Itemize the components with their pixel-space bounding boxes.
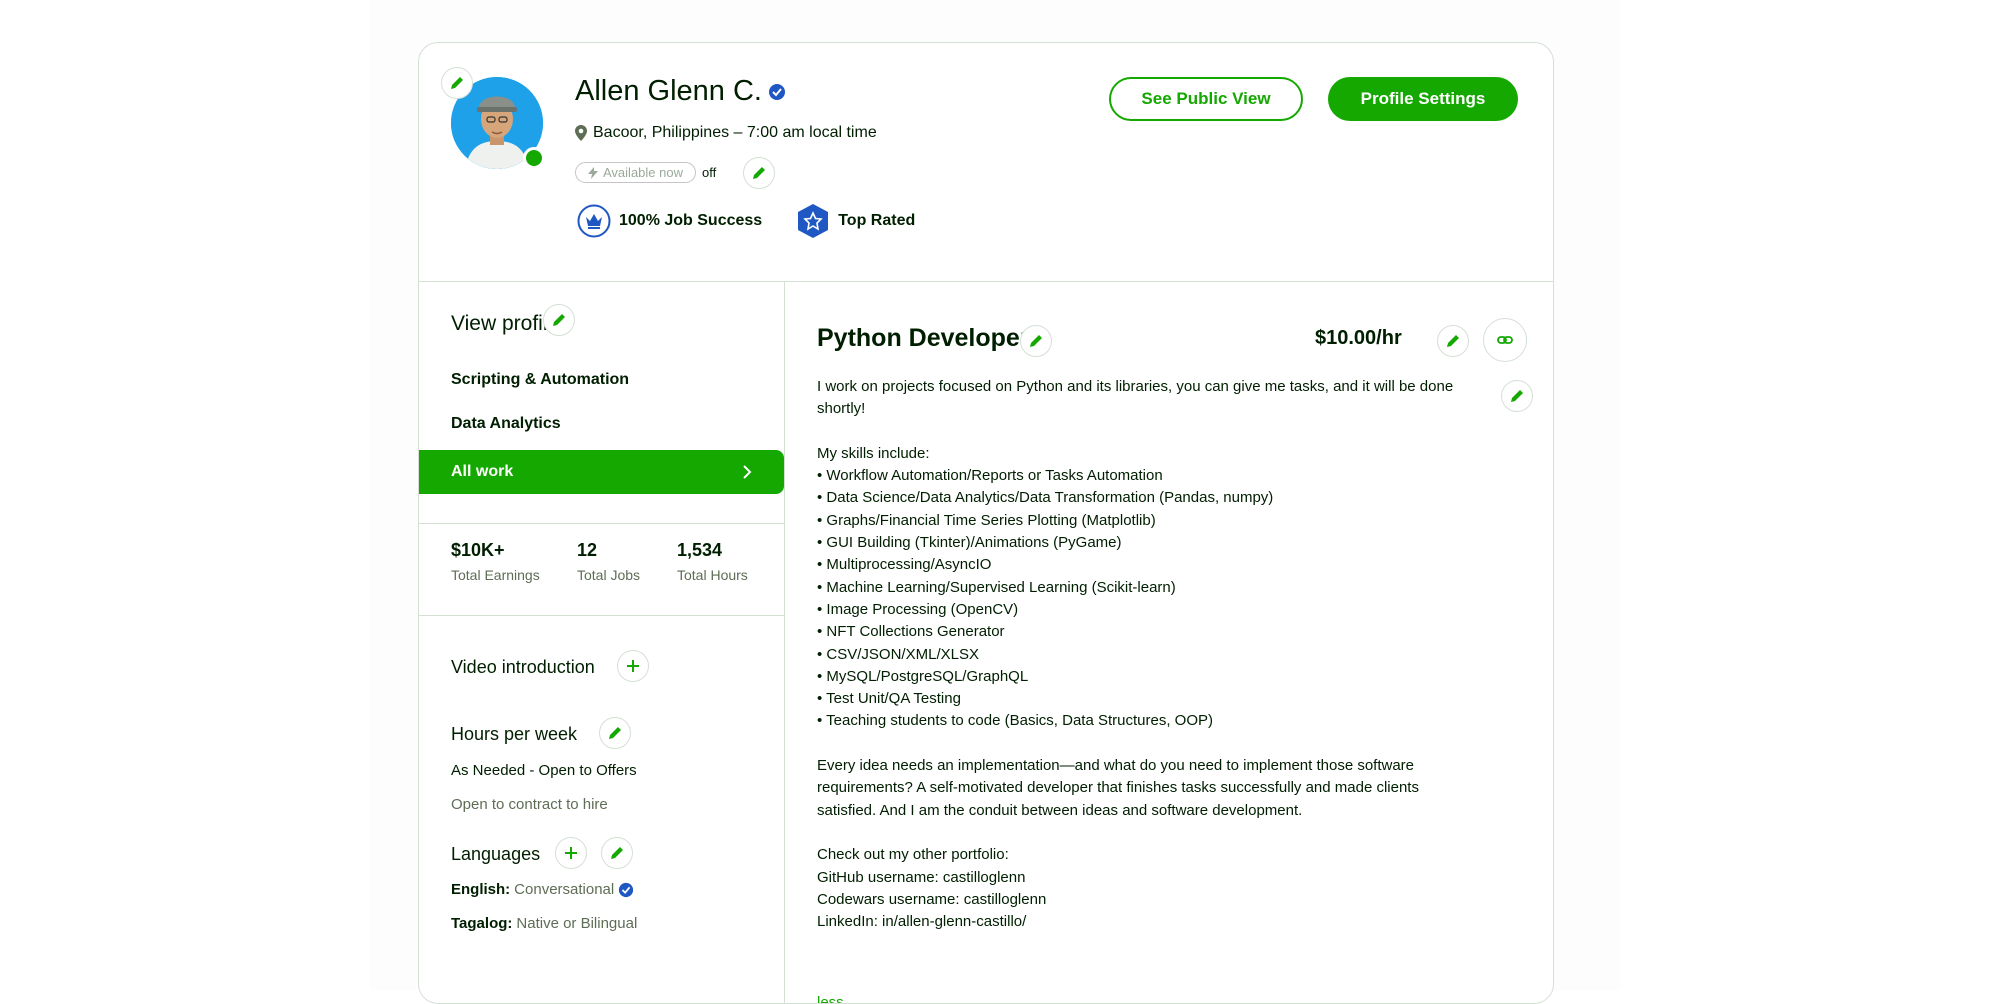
lightning-icon <box>588 166 598 179</box>
pencil-icon <box>553 314 565 326</box>
edit-availability-button[interactable] <box>743 157 775 189</box>
sidebar-item-all-work-label: All work <box>451 463 514 480</box>
sidebar-divider <box>419 523 784 524</box>
location-row: Bacoor, Philippines – 7:00 am local time <box>575 124 877 142</box>
add-video-button[interactable] <box>617 650 649 682</box>
pencil-icon <box>609 727 621 739</box>
online-status-dot <box>523 147 545 169</box>
language-tagalog: Tagalog: Native or Bilingual <box>451 915 637 932</box>
profile-header: Allen Glenn C. Bacoor, Philippines – 7:0… <box>419 43 1553 282</box>
top-rated-text: Top Rated <box>838 212 916 229</box>
profile-name-row: Allen Glenn C. <box>575 75 786 108</box>
hours-per-week-title: Hours per week <box>451 724 578 744</box>
contract-to-hire-text: Open to contract to hire <box>451 796 608 813</box>
stat-label: Total Jobs <box>577 567 641 583</box>
sidebar-item-all-work[interactable]: All work <box>419 450 784 494</box>
see-public-view-button[interactable]: See Public View <box>1109 77 1303 121</box>
pencil-icon <box>611 847 623 859</box>
copy-link-button[interactable] <box>1483 318 1527 362</box>
edit-languages-button[interactable] <box>601 837 633 869</box>
less-link[interactable]: less <box>817 994 844 1003</box>
top-rated-icon <box>798 204 829 238</box>
location-pin-icon <box>575 125 587 141</box>
language-level: Conversational <box>514 881 615 898</box>
availability-label: Available now <box>603 165 683 180</box>
profile-name: Allen Glenn C. <box>575 75 762 107</box>
crown-icon <box>577 204 611 238</box>
stat-label: Total Hours <box>677 567 748 583</box>
hours-value: As Needed - Open to Offers <box>451 762 637 779</box>
edit-rate-button[interactable] <box>1437 325 1469 357</box>
language-name: English: <box>451 881 511 898</box>
stat-value: 1,534 <box>677 540 723 560</box>
profile-main-content: Python Developer $10.00/hr I work on pro… <box>785 282 1553 1003</box>
plus-icon <box>627 660 639 672</box>
pencil-icon <box>451 77 463 89</box>
pencil-icon <box>753 167 765 179</box>
pencil-icon <box>1447 335 1459 347</box>
stat-label: Total Earnings <box>451 567 540 583</box>
profile-overview: I work on projects focused on Python and… <box>817 378 1454 931</box>
language-level: Native or Bilingual <box>516 915 638 932</box>
add-language-button[interactable] <box>555 837 587 869</box>
pencil-icon <box>1511 390 1523 402</box>
stat-total-earnings: $10K+ Total Earnings <box>451 540 540 583</box>
sidebar-item-scripting[interactable]: Scripting & Automation <box>451 371 629 389</box>
sidebar-divider <box>419 615 784 616</box>
edit-view-profile-button[interactable] <box>543 304 575 336</box>
languages-title: Languages <box>451 844 541 864</box>
top-rated-badge: Top Rated <box>796 203 915 239</box>
hourly-rate: $10.00/hr <box>1315 327 1402 349</box>
video-introduction-title: Video introduction <box>451 657 595 677</box>
badges-row: 100% Job Success Top Rated <box>577 203 915 239</box>
stat-value: 12 <box>577 540 598 560</box>
verified-icon <box>769 83 785 100</box>
language-english: English: Conversational <box>451 881 634 898</box>
location-text: Bacoor, Philippines – 7:00 am local time <box>593 124 877 141</box>
availability-row: Available now off <box>575 162 716 183</box>
pencil-icon <box>1030 335 1042 347</box>
link-icon <box>1497 336 1513 344</box>
plus-icon <box>565 847 577 859</box>
edit-photo-button[interactable] <box>441 67 473 99</box>
edit-title-button[interactable] <box>1020 325 1052 357</box>
job-title: Python Developer <box>817 324 1030 352</box>
profile-sidebar: View profile Scripting & Automation Data… <box>419 282 785 1003</box>
job-success-badge: 100% Job Success <box>577 204 762 238</box>
sidebar-item-data-analytics[interactable]: Data Analytics <box>451 415 561 433</box>
chevron-right-icon <box>743 465 752 479</box>
job-success-text: 100% Job Success <box>619 212 763 229</box>
stat-value: $10K+ <box>451 540 505 560</box>
availability-badge[interactable]: Available now <box>575 162 696 183</box>
availability-state: off <box>701 165 717 180</box>
profile-card: Allen Glenn C. Bacoor, Philippines – 7:0… <box>418 42 1554 1004</box>
language-name: Tagalog: <box>451 915 513 932</box>
edit-overview-button[interactable] <box>1501 380 1533 412</box>
edit-hours-button[interactable] <box>599 717 631 749</box>
profile-settings-button[interactable]: Profile Settings <box>1328 77 1518 121</box>
stat-total-hours: 1,534 Total Hours <box>677 540 748 583</box>
verified-icon <box>619 882 634 897</box>
stat-total-jobs: 12 Total Jobs <box>577 540 640 583</box>
